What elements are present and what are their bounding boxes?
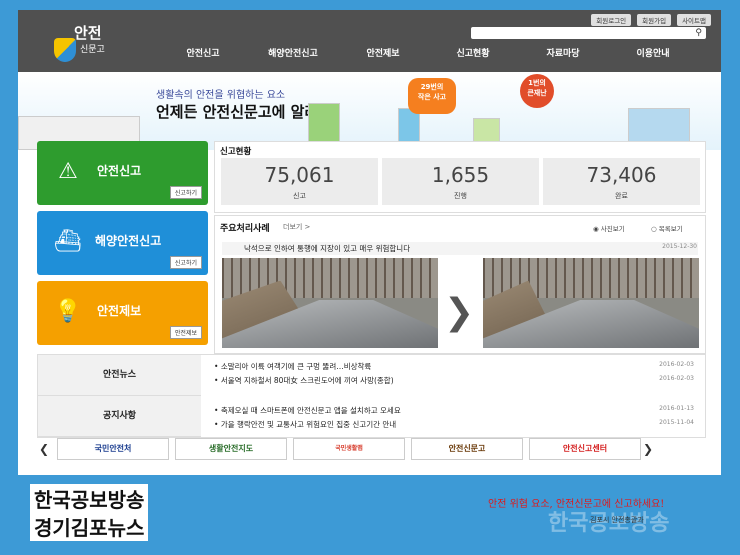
signup-link[interactable]: 회원가입	[637, 14, 672, 26]
chevron-left-icon[interactable]: ❮	[37, 442, 51, 456]
stat-value: 73,406	[586, 163, 657, 187]
nav-resources[interactable]: 자료마당	[518, 46, 608, 59]
report-status-panel: 신고현황 75,061 신고 1,655 진행 73,406 완료	[214, 141, 706, 213]
news-panel: 안전뉴스 공지사항 • 소말리아 이륙 여객기에 큰 구멍 뚫려…비상착륙 201…	[37, 354, 706, 438]
quick-label: 안전신고	[97, 164, 142, 178]
chevron-right-icon: ❯	[444, 292, 475, 333]
news-date: 2016-02-03	[659, 361, 694, 368]
tip-button[interactable]: 안전제보	[169, 326, 202, 339]
quick-safety-report[interactable]: ⚠ 안전신고 신고하기	[37, 141, 208, 205]
browser-frame: 안전 신문고 회원로그인 회원가입 사이트맵 ⚲ 안전신고 해양안전신고 안전제…	[18, 10, 721, 475]
nav-marine-report[interactable]: 해양안전신고	[248, 46, 338, 59]
notice-text: 가을 행락안전 및 교통사고 위험요인 집중 신고기간 안내	[220, 420, 397, 429]
radio-label: 사진보기	[600, 225, 625, 233]
partner-sinmungo[interactable]: 안전신문고	[411, 438, 523, 460]
stat-bubble: 29번의 작은 사고	[408, 78, 456, 114]
report-button[interactable]: 신고하기	[169, 186, 202, 199]
quick-safety-tip[interactable]: 💡 안전제보 안전제보	[37, 281, 208, 345]
warning-icon: ⚠	[58, 159, 78, 184]
sitemap-link[interactable]: 사이트맵	[677, 14, 711, 26]
list-item[interactable]: • 축제오실 때 스마트폰에 안전신문고 앱을 설치하고 오세요 2016-01-…	[214, 405, 694, 416]
case-title: 주요처리사례	[220, 224, 270, 234]
case-headline[interactable]: 낙석으로 인하여 통행에 지장이 있고 매우 위험합니다	[222, 242, 698, 255]
shield-icon	[54, 38, 76, 62]
bubble-text: 큰재난	[527, 89, 547, 97]
news-text: 소말리아 이륙 여객기에 큰 구멍 뚫려…비상착륙	[220, 362, 372, 371]
after-photo[interactable]	[483, 258, 699, 348]
quick-label: 안전제보	[97, 304, 142, 318]
news-text: 서울역 지하철서 80대女 스크린도어에 끼여 사망(종합)	[220, 376, 394, 385]
stat-value: 75,061	[264, 163, 335, 187]
notice-date: 2016-01-13	[659, 405, 694, 412]
view-list-radio[interactable]: ○ 목록보기	[651, 223, 683, 233]
banner-title: 언제든 안전신문고에 알려요	[156, 103, 333, 121]
chevron-right-icon[interactable]: ❯	[641, 442, 655, 456]
radio-label: 목록보기	[658, 225, 683, 233]
stat-label: 진행	[454, 192, 467, 200]
before-photo[interactable]	[222, 258, 438, 348]
stat-in-progress: 1,655 진행	[382, 158, 539, 205]
partner-life-map[interactable]: 국민생활맵	[293, 438, 405, 460]
caption-signature: 김포시 안전총괄과	[590, 516, 644, 524]
case-panel: 주요처리사례 더보기 > ◉ 사진보기 ○ 목록보기 낙석으로 인하여 통행에 …	[214, 215, 706, 354]
search-input[interactable]: ⚲	[471, 27, 706, 39]
stat-reports: 75,061 신고	[221, 158, 378, 205]
watermark-line1: 한국공보방송	[30, 484, 149, 513]
login-link[interactable]: 회원로그인	[591, 14, 632, 26]
status-title: 신고현황	[220, 147, 252, 157]
nav-safety-report[interactable]: 안전신고	[158, 46, 248, 59]
quick-label: 해양안전신고	[95, 234, 162, 248]
report-button[interactable]: 신고하기	[169, 256, 202, 269]
notice-text: 축제오실 때 스마트폰에 안전신문고 앱을 설치하고 오세요	[220, 406, 401, 415]
search-icon[interactable]: ⚲	[695, 28, 702, 38]
banner-subtitle: 생활속의 안전을 위협하는 요소	[156, 90, 286, 101]
more-link[interactable]: 더보기 >	[283, 222, 310, 232]
nav-guide[interactable]: 이용안내	[608, 46, 698, 59]
stat-label: 완료	[615, 192, 628, 200]
stat-completed: 73,406 완료	[543, 158, 700, 205]
list-item[interactable]: • 소말리아 이륙 여객기에 큰 구멍 뚫려…비상착륙 2016-02-03	[214, 361, 694, 372]
top-header: 안전 신문고 회원로그인 회원가입 사이트맵 ⚲ 안전신고 해양안전신고 안전제…	[18, 10, 721, 72]
utility-menu: 회원로그인 회원가입 사이트맵	[591, 14, 711, 26]
stat-bubble: 1번의 큰재난	[520, 74, 554, 108]
list-item[interactable]: • 가을 행락안전 및 교통사고 위험요인 집중 신고기간 안내 2015-11-…	[214, 419, 694, 430]
quick-marine-report[interactable]: ⛴ 해양안전신고 신고하기	[37, 211, 208, 275]
ship-icon: ⛴	[54, 229, 82, 254]
partner-119[interactable]: 안전신고센터	[529, 438, 641, 460]
bubble-text: 작은 사고	[417, 93, 447, 101]
partner-banners: ❮ 국민안전처 생활안전지도 국민생활맵 안전신문고 안전신고센터 ❯	[37, 434, 704, 464]
tab-notice[interactable]: 공지사항	[38, 396, 201, 437]
stat-value: 1,655	[431, 163, 490, 187]
case-date: 2015-12-30	[662, 243, 697, 250]
watermark-line2: 경기김포뉴스	[30, 512, 149, 541]
stat-label: 신고	[293, 192, 306, 200]
lightbulb-icon: 💡	[54, 299, 82, 324]
caption-text: 안전 위협 요소, 안전신문고에 신고하세요!	[488, 499, 665, 510]
bubble-text: 29번의	[420, 83, 444, 91]
notice-date: 2015-11-04	[659, 419, 694, 426]
logo-text-bottom: 신문고	[80, 45, 105, 55]
news-date: 2016-02-03	[659, 375, 694, 382]
bubble-text: 1번의	[528, 79, 546, 87]
hero-banner: 생활속의 안전을 위협하는 요소 언제든 안전신문고에 알려요 29번의 작은 …	[18, 72, 721, 150]
partner-safety-map[interactable]: 생활안전지도	[175, 438, 287, 460]
nav-report-status[interactable]: 신고현황	[428, 46, 518, 59]
list-item[interactable]: • 서울역 지하철서 80대女 스크린도어에 끼여 사망(종합) 2016-02-…	[214, 375, 694, 386]
tab-safety-news[interactable]: 안전뉴스	[38, 355, 201, 396]
view-photo-radio[interactable]: ◉ 사진보기	[593, 223, 625, 233]
logo-text-top: 안전	[74, 24, 102, 42]
main-nav: 안전신고 해양안전신고 안전제보 신고현황 자료마당 이용안내	[158, 46, 698, 59]
nav-safety-tip[interactable]: 안전제보	[338, 46, 428, 59]
site-logo[interactable]: 안전 신문고	[52, 22, 122, 62]
partner-mpss[interactable]: 국민안전처	[57, 438, 169, 460]
